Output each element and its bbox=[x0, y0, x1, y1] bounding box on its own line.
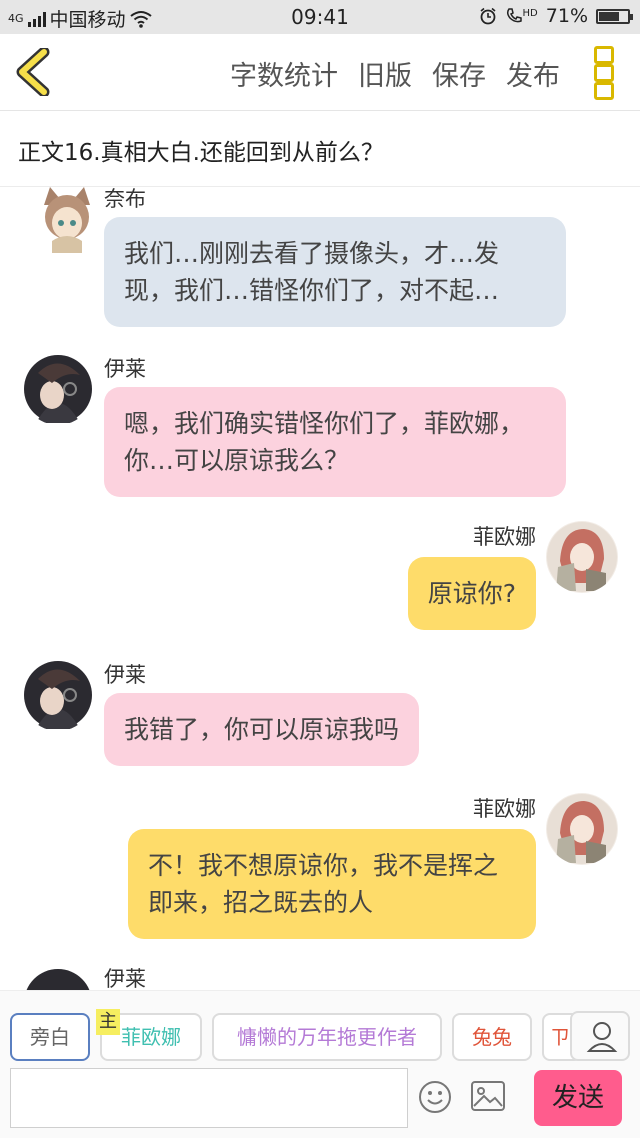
message-row: 菲欧娜 原谅你? bbox=[0, 517, 640, 637]
person-icon bbox=[586, 1022, 618, 1052]
message-bubble[interactable]: 不！我不想原谅你，我不是挥之即来，招之既去的人 bbox=[128, 829, 536, 939]
chapter-title[interactable]: 正文16.真相大白.还能回到从前么？ bbox=[0, 111, 640, 187]
character-avatar-icon bbox=[38, 187, 96, 253]
main-role-badge: 主 bbox=[96, 1009, 120, 1035]
message-bubble[interactable]: 我们…刚刚去看了摄像头，才…发现，我们…错怪你们了，对不起… bbox=[104, 217, 566, 327]
character-avatar-icon bbox=[22, 659, 94, 731]
hd-call-icon bbox=[506, 8, 522, 23]
role-selector-bar: 旁白 菲欧娜 主 慵懒的万年拖更作者 兔兔 ㄗ bbox=[0, 990, 640, 1063]
alarm-icon bbox=[480, 7, 496, 25]
message-bubble[interactable]: 我错了，你可以原谅我吗 bbox=[104, 693, 420, 766]
back-chevron-icon[interactable] bbox=[14, 48, 54, 96]
speaker-name: 奈布 bbox=[104, 187, 146, 211]
emoji-icon[interactable] bbox=[418, 1080, 452, 1114]
speaker-name: 伊莱 bbox=[104, 357, 146, 381]
character-avatar-icon bbox=[546, 521, 618, 593]
old-version-button[interactable]: 旧版 bbox=[358, 54, 412, 93]
message-row: 伊莱 bbox=[0, 961, 640, 990]
speaker-name: 菲欧娜 bbox=[473, 525, 536, 549]
add-role-button[interactable] bbox=[570, 1011, 630, 1061]
hd-label: HD bbox=[522, 7, 538, 19]
role-chip-narrator[interactable]: 旁白 bbox=[10, 1013, 90, 1061]
image-icon[interactable] bbox=[470, 1080, 506, 1112]
message-row: 奈布 我们…刚刚去看了摄像头，才…发现，我们…错怪你们了，对不起… bbox=[0, 187, 640, 327]
message-input[interactable] bbox=[10, 1068, 408, 1128]
speaker-name: 伊莱 bbox=[104, 663, 146, 687]
role-chip-author[interactable]: 慵懒的万年拖更作者 bbox=[212, 1013, 442, 1061]
input-bar: 发送 bbox=[0, 1062, 640, 1138]
role-chip-tutu[interactable]: 兔兔 bbox=[452, 1013, 532, 1061]
word-count-button[interactable]: 字数统计 bbox=[230, 54, 338, 93]
message-row: 伊莱 嗯，我们确实错怪你们了，菲欧娜，你…可以原谅我么？ bbox=[0, 347, 640, 497]
message-row: 菲欧娜 不！我不想原谅你，我不是挥之即来，招之既去的人 bbox=[0, 789, 640, 949]
publish-button[interactable]: 发布 bbox=[506, 54, 560, 93]
more-menu-icon[interactable] bbox=[594, 46, 616, 100]
message-bubble[interactable]: 原谅你? bbox=[407, 557, 536, 630]
message-row: 伊莱 我错了，你可以原谅我吗 bbox=[0, 653, 640, 773]
avatar-fiona[interactable] bbox=[546, 521, 618, 593]
send-button[interactable]: 发送 bbox=[534, 1070, 622, 1126]
save-button[interactable]: 保存 bbox=[432, 54, 486, 93]
message-bubble[interactable]: 嗯，我们确实错怪你们了，菲欧娜，你…可以原谅我么？ bbox=[104, 387, 566, 497]
avatar-yilai[interactable] bbox=[22, 659, 94, 731]
avatar-yilai[interactable] bbox=[22, 353, 94, 425]
avatar-fiona[interactable] bbox=[546, 793, 618, 865]
status-bar: 4G 中国移动 09:41 HD 71% bbox=[0, 0, 640, 34]
avatar-yilai[interactable] bbox=[22, 967, 94, 990]
character-avatar-icon bbox=[22, 353, 94, 425]
battery-percent: 71% bbox=[545, 5, 588, 27]
character-avatar-icon bbox=[22, 967, 94, 990]
speaker-name: 伊莱 bbox=[104, 967, 146, 990]
editor-header: 字数统计 旧版 保存 发布 bbox=[0, 34, 640, 111]
battery-icon bbox=[596, 8, 633, 24]
chat-area[interactable]: 奈布 我们…刚刚去看了摄像头，才…发现，我们…错怪你们了，对不起… 伊莱 嗯，我… bbox=[0, 187, 640, 990]
avatar-naibu[interactable] bbox=[38, 187, 96, 253]
character-avatar-icon bbox=[546, 793, 618, 865]
speaker-name: 菲欧娜 bbox=[473, 797, 536, 821]
